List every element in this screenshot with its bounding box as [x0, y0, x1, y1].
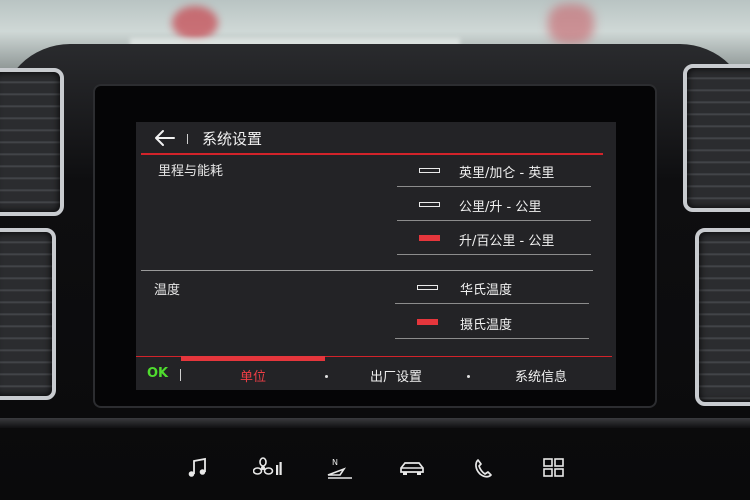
option-miles-per-gallon[interactable]: 英里/加仑 - 英里 — [397, 154, 597, 187]
option-underline — [397, 254, 591, 255]
tab-dot — [467, 375, 470, 378]
option-underline — [395, 338, 589, 339]
phone-icon[interactable] — [470, 457, 500, 479]
infotainment-screen: 系统设置 里程与能耗 英里/加仑 - 英里 公里/升 - 公里 升/百公里 - … — [136, 122, 616, 390]
tab-factory-settings[interactable]: 出厂设置 — [370, 366, 422, 385]
tab-separator — [180, 369, 181, 381]
option-label: 公里/升 - 公里 — [459, 200, 542, 215]
screen-header: 系统设置 — [136, 122, 616, 154]
tab-dot — [325, 375, 328, 378]
music-icon[interactable] — [183, 457, 213, 479]
back-arrow-icon[interactable] — [152, 128, 176, 148]
tab-units[interactable]: 单位 — [240, 366, 266, 385]
section-label-temperature: 温度 — [154, 283, 181, 298]
car-icon[interactable] — [398, 457, 428, 479]
option-underline — [395, 303, 589, 304]
radio-indicator-selected — [417, 319, 438, 325]
air-vent-right-top — [683, 64, 750, 212]
option-label: 华氏温度 — [460, 283, 513, 298]
air-vent-right-bottom — [695, 228, 750, 406]
option-label: 英里/加仑 - 英里 — [459, 166, 555, 181]
option-km-per-liter[interactable]: 公里/升 - 公里 — [397, 188, 597, 221]
hard-key-row: N — [0, 445, 750, 500]
fan-icon[interactable] — [253, 457, 283, 479]
svg-text:N: N — [332, 458, 338, 467]
option-underline — [397, 186, 591, 187]
air-vent-left-top — [0, 68, 64, 216]
dashboard-trim — [0, 418, 750, 428]
radio-indicator — [417, 285, 438, 290]
radio-indicator — [419, 202, 440, 207]
background-blur-shape — [548, 4, 594, 44]
bottom-tab-bar: OK 单位 出厂设置 系统信息 — [136, 360, 616, 390]
page-title: 系统设置 — [202, 130, 263, 148]
tab-system-info[interactable]: 系统信息 — [515, 366, 567, 385]
option-fahrenheit[interactable]: 华氏温度 — [395, 271, 595, 304]
apps-grid-icon[interactable] — [540, 457, 570, 479]
option-underline — [397, 220, 591, 221]
option-label: 摄氏温度 — [460, 318, 513, 333]
radio-indicator-selected — [419, 235, 440, 241]
background-blur-shape — [172, 6, 218, 40]
option-liters-per-100km[interactable]: 升/百公里 - 公里 — [397, 222, 597, 255]
radio-indicator — [419, 168, 440, 173]
option-celsius[interactable]: 摄氏温度 — [395, 306, 595, 339]
section-label-mileage: 里程与能耗 — [158, 164, 224, 179]
ok-button[interactable]: OK — [147, 366, 168, 381]
air-vent-left-bottom — [0, 228, 56, 400]
header-separator — [187, 134, 188, 144]
navigation-icon[interactable]: N — [326, 457, 356, 479]
option-label: 升/百公里 - 公里 — [459, 234, 555, 249]
